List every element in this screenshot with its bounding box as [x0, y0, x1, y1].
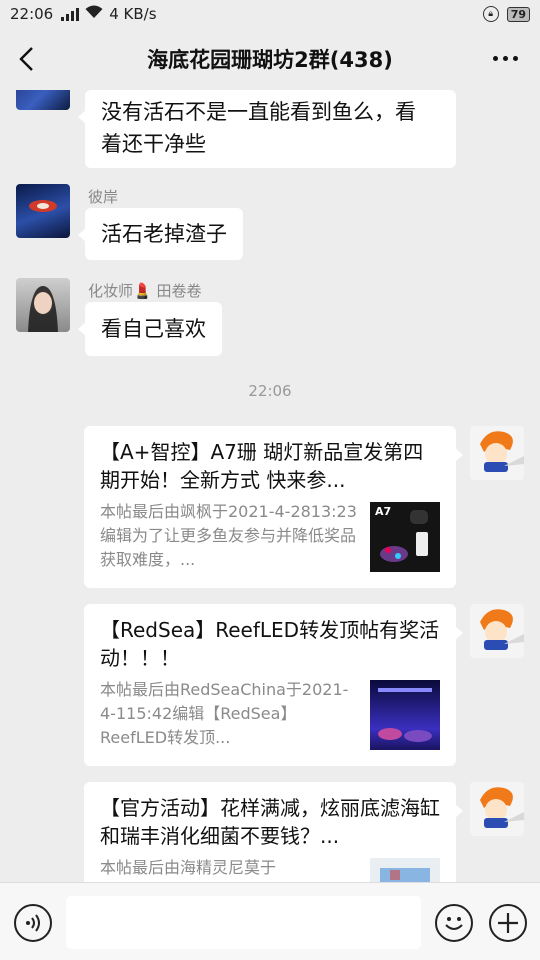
status-time: 22:06 [10, 5, 54, 23]
plus-icon [498, 913, 518, 933]
card-title: 【RedSea】ReefLED转发顶帖有奖活动！！！ [100, 618, 440, 670]
sender-name: 彼岸 [88, 188, 119, 206]
message-text-line: 没有活石不是一直能看到鱼么，看 [101, 100, 416, 124]
card-thumbnail [370, 680, 440, 750]
sender-name: 化妆师💄 田卷卷 [88, 282, 202, 300]
message-text-line: 看自己喜欢 [101, 317, 206, 341]
card-description: 本帖最后由海精灵尼莫于 [100, 858, 277, 877]
message-bubble[interactable]: 活石老掉渣子 [78, 208, 243, 260]
voice-icon [26, 914, 40, 932]
message-input[interactable] [66, 896, 421, 949]
message-bubble[interactable]: 没有活石不是一直能看到鱼么，看 着还干净些 [78, 90, 456, 168]
network-speed: 4 KB/s [109, 5, 157, 23]
voice-input-button[interactable] [14, 904, 52, 942]
rotation-lock-icon: 🔒︎ [482, 6, 499, 22]
signal-icon [61, 7, 80, 21]
avatar[interactable] [16, 90, 70, 110]
more-options-icon[interactable] [493, 56, 518, 61]
avatar[interactable] [16, 278, 70, 332]
battery-indicator: 79 [506, 6, 530, 22]
my-avatar[interactable] [470, 782, 524, 836]
chat-area[interactable]: 没有活石不是一直能看到鱼么，看 着还干净些 彼岸 活石老掉渣子 化妆师💄 田卷卷… [0, 90, 540, 882]
status-bar: 22:06 4 KB/s 🔒︎ 79 [0, 0, 540, 28]
my-avatar[interactable] [470, 604, 524, 658]
message-text-line: 着还干净些 [101, 132, 206, 156]
card-description: 本帖最后由RedSeaChina于2021-4-115:42编辑【RedSea】… [100, 680, 349, 747]
link-card[interactable]: 【官方活动】花样满减，炫丽底滤海缸和瑞丰消化细菌不要钱？... 本帖最后由海精灵… [84, 782, 463, 882]
message-timestamp: 22:06 [248, 382, 292, 400]
title-bar: 海底花园珊瑚坊2群(438) [0, 28, 540, 90]
message-text-line: 活石老掉渣子 [101, 222, 227, 246]
avatar[interactable] [16, 184, 70, 238]
card-description: 本帖最后由飒枫于2021-4-2813:23编辑为了让更多鱼友参与并降低奖品获取… [100, 502, 357, 569]
card-title: 【官方活动】花样满减，炫丽底滤海缸和瑞丰消化细菌不要钱？... [100, 796, 440, 848]
back-arrow-icon[interactable] [14, 45, 40, 73]
link-card[interactable]: 【A+智控】A7珊 瑚灯新品宣发第四期开始！全新方式 快来参... 本帖最后由飒… [84, 426, 463, 588]
card-thumbnail [370, 858, 440, 882]
smiley-icon [445, 917, 463, 930]
card-thumbnail: A7 [370, 502, 440, 572]
my-avatar[interactable] [470, 426, 524, 480]
emoji-button[interactable] [435, 904, 473, 942]
link-card[interactable]: 【RedSea】ReefLED转发顶帖有奖活动！！！ 本帖最后由RedSeaCh… [84, 604, 463, 766]
message-bubble[interactable]: 看自己喜欢 [78, 302, 222, 356]
card-title: 【A+智控】A7珊 瑚灯新品宣发第四期开始！全新方式 快来参... [100, 440, 424, 492]
thumbnail-label: A7 [375, 505, 392, 518]
page-title: 海底花园珊瑚坊2群(438) [147, 48, 393, 72]
more-functions-button[interactable] [489, 904, 527, 942]
input-bar [0, 882, 540, 960]
wifi-icon [85, 5, 103, 23]
